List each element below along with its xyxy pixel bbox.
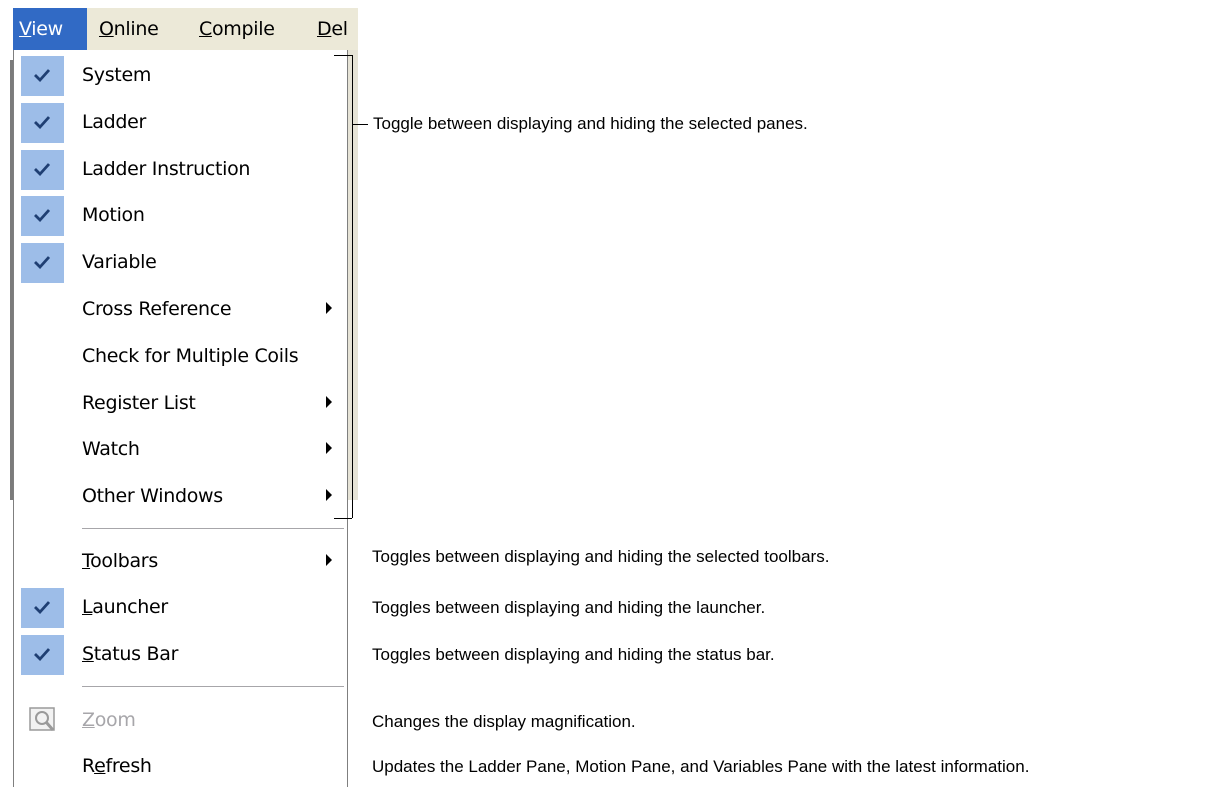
submenu-arrow-icon (326, 302, 332, 314)
menu-item-label: Register List (82, 392, 196, 414)
menu-item-refresh[interactable]: Refresh (14, 744, 347, 788)
check-icon (21, 150, 64, 190)
menu-del[interactable]: Del (317, 8, 348, 50)
menu-bar: View Online Compile Del (13, 8, 358, 50)
menu-item-status-bar[interactable]: Status Bar (14, 632, 347, 676)
menu-item-label: Zoom (82, 709, 136, 731)
menu-item-motion[interactable]: Motion (14, 193, 347, 237)
menu-online[interactable]: Online (99, 8, 159, 50)
menu-item-label: Refresh (82, 755, 152, 777)
menu-item-system[interactable]: System (14, 53, 347, 97)
menu-item-label: Watch (82, 438, 140, 460)
menu-item-label: Ladder (82, 111, 147, 133)
view-menu-dropdown: System Ladder Ladder Instruction Motion … (13, 50, 348, 787)
annotation-refresh: Updates the Ladder Pane, Motion Pane, an… (372, 757, 1030, 776)
submenu-arrow-icon (326, 554, 332, 566)
menu-separator (82, 686, 344, 688)
check-icon (21, 103, 64, 143)
menu-item-label: Toolbars (82, 550, 158, 572)
menu-item-cross-reference[interactable]: Cross Reference (14, 287, 347, 331)
check-icon (21, 196, 64, 236)
annotation-zoom: Changes the display magnification. (372, 712, 636, 731)
menu-item-launcher[interactable]: Launcher (14, 585, 347, 629)
menu-item-ladder-instruction[interactable]: Ladder Instruction (14, 147, 347, 191)
menu-item-toolbars[interactable]: Toolbars (14, 539, 347, 583)
menu-separator (82, 528, 344, 530)
menu-item-label: Check for Multiple Coils (82, 345, 299, 367)
menu-compile[interactable]: Compile (199, 8, 275, 50)
menu-item-other-windows[interactable]: Other Windows (14, 474, 347, 518)
submenu-arrow-icon (326, 442, 332, 454)
submenu-arrow-icon (326, 489, 332, 501)
menu-item-register-list[interactable]: Register List (14, 381, 347, 425)
bracket-pointer (352, 124, 368, 125)
check-icon (21, 588, 64, 628)
menu-item-label: Other Windows (82, 485, 223, 507)
bracket (334, 518, 352, 519)
menu-item-variable[interactable]: Variable (14, 240, 347, 284)
menu-item-label: System (82, 64, 152, 86)
annotation-status-bar: Toggles between displaying and hiding th… (372, 645, 775, 664)
annotation-panes: Toggle between displaying and hiding the… (373, 114, 808, 133)
annotation-launcher: Toggles between displaying and hiding th… (372, 598, 766, 617)
bracket (334, 55, 352, 56)
annotation-toolbars: Toggles between displaying and hiding th… (372, 547, 830, 566)
menu-item-label: Cross Reference (82, 298, 232, 320)
menu-item-watch[interactable]: Watch (14, 427, 347, 471)
menu-view[interactable]: View (13, 8, 87, 50)
zoom-icon (28, 705, 58, 735)
menu-item-check-multiple-coils[interactable]: Check for Multiple Coils (14, 334, 347, 378)
menu-item-label: Status Bar (82, 643, 179, 665)
check-icon (21, 243, 64, 283)
menu-item-label: Ladder Instruction (82, 158, 251, 180)
check-icon (21, 635, 64, 675)
submenu-arrow-icon (326, 396, 332, 408)
check-icon (21, 56, 64, 96)
menu-item-ladder[interactable]: Ladder (14, 100, 347, 144)
menu-item-label: Launcher (82, 596, 168, 618)
menu-item-label: Variable (82, 251, 157, 273)
menu-item-zoom[interactable]: Zoom (14, 698, 347, 742)
menu-item-label: Motion (82, 204, 145, 226)
